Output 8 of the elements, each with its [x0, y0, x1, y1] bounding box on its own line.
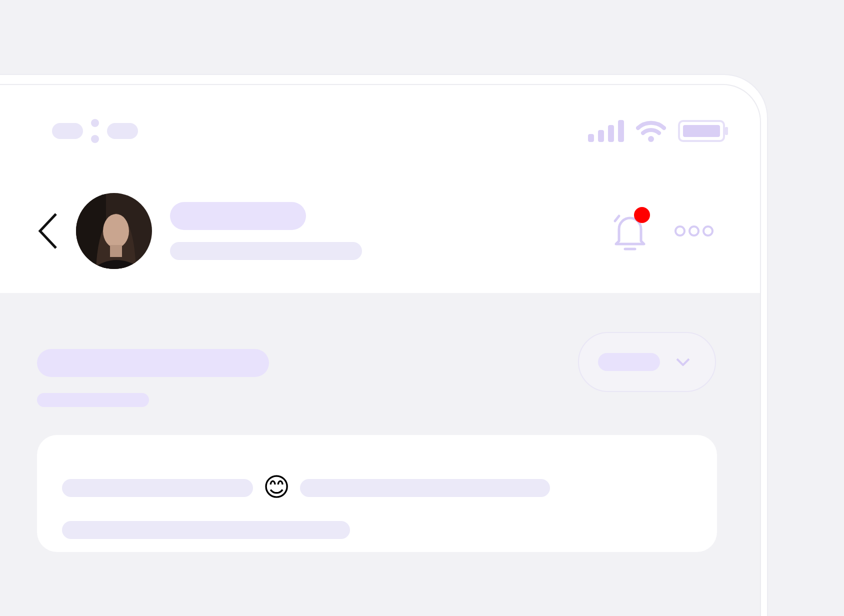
wifi-icon	[636, 120, 666, 142]
battery-icon	[678, 120, 729, 142]
colon-icon	[91, 119, 99, 143]
emoji: 😊	[263, 473, 290, 503]
back-icon[interactable]	[38, 212, 58, 250]
placeholder-bar	[52, 123, 83, 139]
placeholder-bar	[107, 123, 138, 139]
signal-icon	[588, 120, 624, 142]
